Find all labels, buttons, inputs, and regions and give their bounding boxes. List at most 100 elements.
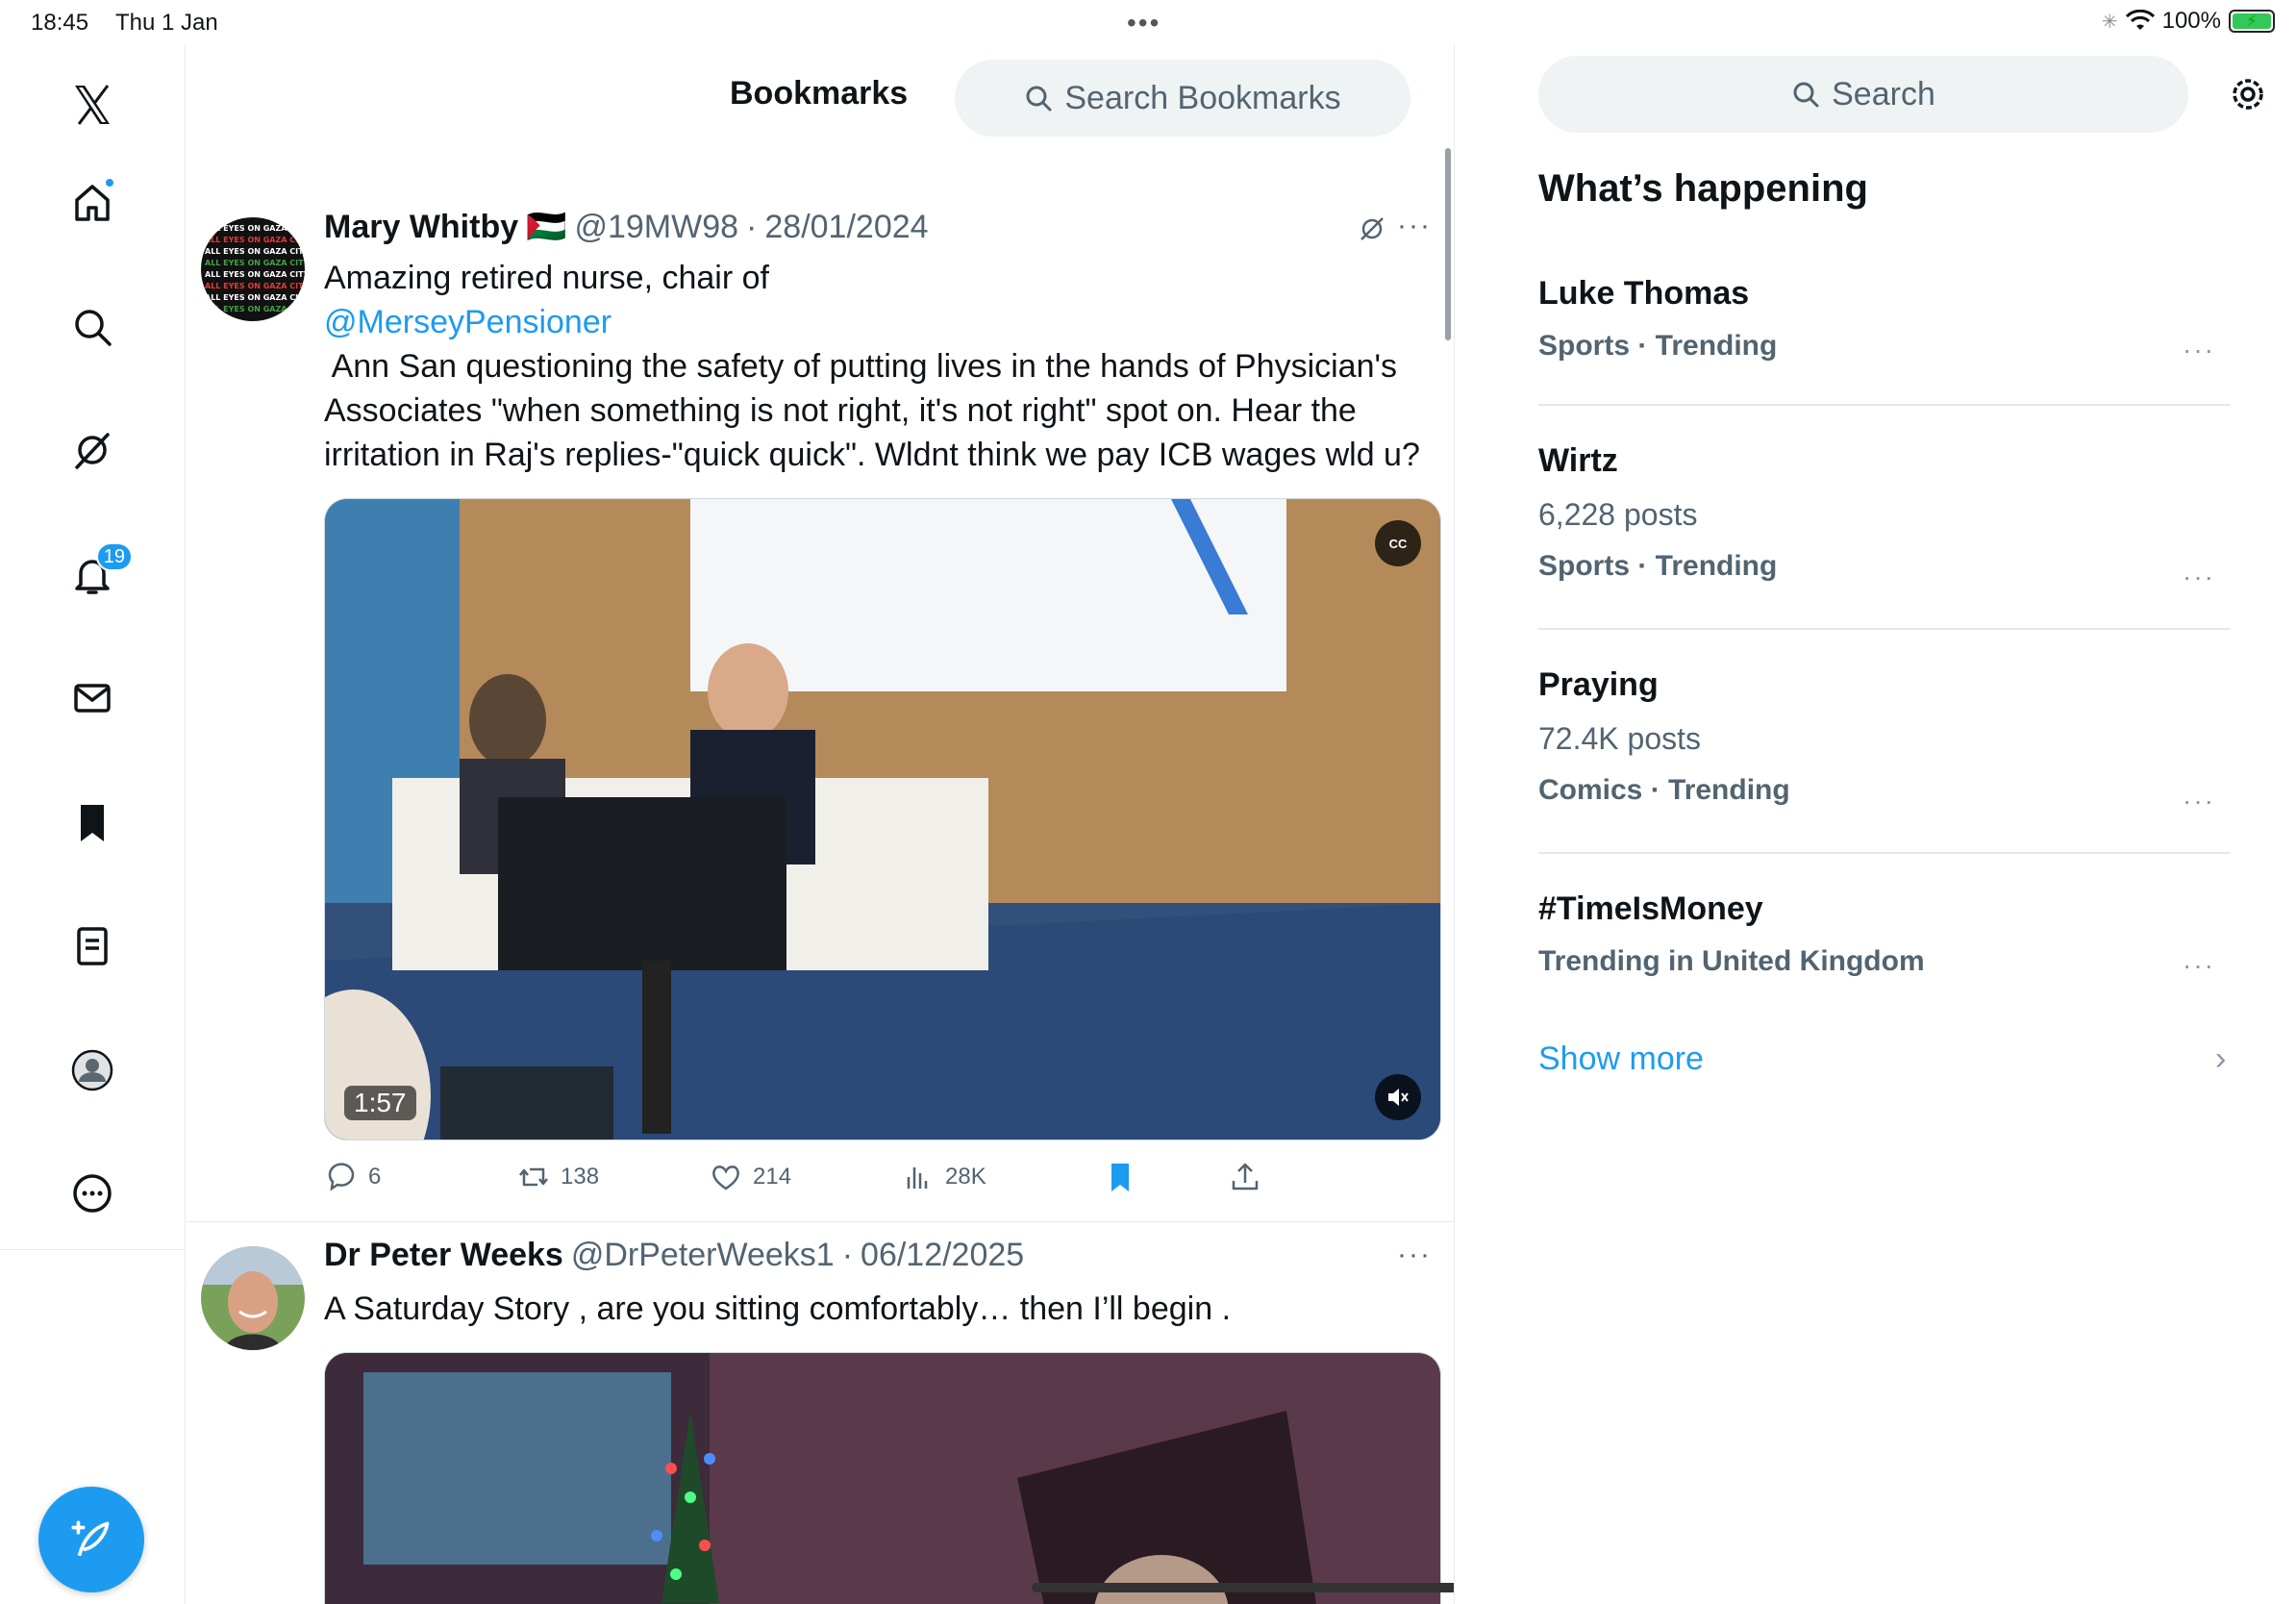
- trend-name: Wirtz: [1538, 442, 1618, 479]
- mute-button[interactable]: [1375, 1074, 1421, 1120]
- wifi-icon: [2125, 10, 2155, 30]
- heart-icon: [712, 1165, 739, 1190]
- x-logo-icon[interactable]: [56, 68, 129, 141]
- lists-icon[interactable]: [56, 910, 129, 983]
- home-icon[interactable]: [56, 165, 129, 238]
- trend-item[interactable]: Luke Thomas Sports · Trending ···: [1538, 275, 2231, 365]
- trend-post-count: 72.4K posts: [1538, 721, 1701, 756]
- tweet-video[interactable]: [324, 1352, 1441, 1604]
- svg-text:ALL EYES ON GAZA CITY: ALL EYES ON GAZA CITY: [205, 270, 305, 279]
- trend-more-icon[interactable]: ···: [2183, 335, 2215, 365]
- share-button[interactable]: [1228, 1160, 1262, 1194]
- nav-divider: [0, 1249, 186, 1250]
- bookmarks-search-placeholder: Search Bookmarks: [1064, 79, 1341, 116]
- tweet-text-line: Amazing retired nurse, chair of: [324, 260, 769, 296]
- tweet-more-icon[interactable]: ···: [1397, 1239, 1432, 1271]
- video-frame: [325, 499, 1440, 1140]
- multitasking-dots-icon[interactable]: •••: [1127, 8, 1160, 38]
- activity-icon: ✳: [2101, 11, 2118, 33]
- tweet-text: A Saturday Story , are you sitting comfo…: [324, 1291, 1232, 1327]
- svg-text:ALL EYES ON GAZA CITY: ALL EYES ON GAZA CITY: [205, 305, 305, 313]
- muted-speaker-icon: [1388, 1089, 1409, 1106]
- trend-item[interactable]: Wirtz 6,228 posts Sports · Trending ···: [1538, 442, 2231, 591]
- compose-feather-icon: [71, 1520, 110, 1557]
- charging-bolt-icon: ⚡: [2246, 13, 2258, 30]
- tweet[interactable]: ALL EYES ON GAZA CITY ALL EYES ON GAZA C…: [186, 160, 1454, 1222]
- messages-envelope-icon[interactable]: [56, 662, 129, 735]
- reply-button[interactable]: 6: [324, 1160, 381, 1194]
- home-indicator[interactable]: [1032, 1583, 1454, 1592]
- svg-text:ALL EYES ON GAZA CITY: ALL EYES ON GAZA CITY: [205, 224, 305, 233]
- tweet[interactable]: Dr Peter Weeks @DrPeterWeeks1 · 06/12/20…: [186, 1223, 1454, 1604]
- status-bar: 18:45 Thu 1 Jan ••• ✳ 100% ⚡: [0, 0, 2296, 44]
- global-search-input[interactable]: Search: [1538, 56, 2188, 133]
- captions-button[interactable]: CC: [1375, 520, 1421, 566]
- trend-more-icon[interactable]: ···: [2183, 786, 2215, 816]
- trend-name: Praying: [1538, 666, 1659, 703]
- author-avatar[interactable]: ALL EYES ON GAZA CITY ALL EYES ON GAZA C…: [201, 217, 305, 321]
- status-right: ✳ 100% ⚡: [2102, 8, 2275, 35]
- svg-text:ALL EYES ON GAZA CITY: ALL EYES ON GAZA CITY: [205, 247, 305, 256]
- views-chart-icon: [907, 1167, 928, 1189]
- svg-text:ALL EYES ON GAZA CITY: ALL EYES ON GAZA CITY: [205, 236, 305, 244]
- trend-item[interactable]: Praying 72.4K posts Comics · Trending ··…: [1538, 666, 2231, 815]
- trend-name: Luke Thomas: [1538, 275, 1750, 312]
- left-nav: 19: [0, 44, 186, 1604]
- separator: ·: [841, 1237, 854, 1273]
- profile-avatar-icon[interactable]: [56, 1034, 129, 1107]
- battery-percent: 100%: [2161, 8, 2221, 34]
- tweet-text-line: Ann San questioning the safety of puttin…: [324, 348, 1397, 385]
- grok-icon[interactable]: [56, 414, 129, 487]
- chevron-right-icon[interactable]: ›: [2215, 1040, 2226, 1078]
- mention-link[interactable]: @MerseyPensioner: [324, 300, 1439, 344]
- battery-icon: ⚡: [2229, 10, 2275, 33]
- author-handle[interactable]: @DrPeterWeeks1: [571, 1237, 835, 1274]
- trend-meta: Sports · Trending: [1538, 330, 1778, 362]
- author-name[interactable]: Mary Whitby: [324, 209, 518, 246]
- tweet-header: Dr Peter Weeks @DrPeterWeeks1 · 06/12/20…: [324, 1237, 1024, 1274]
- show-more-link[interactable]: Show more: [1538, 1040, 1704, 1078]
- trend-name: #TimeIsMoney: [1538, 890, 1763, 927]
- bookmarks-search-input[interactable]: Search Bookmarks: [955, 60, 1410, 137]
- tweet-header: Mary Whitby 🇵🇸 @19MW98 · 28/01/2024: [324, 208, 929, 246]
- notifications-bell-icon[interactable]: 19: [56, 539, 133, 612]
- tweet-date[interactable]: 28/01/2024: [764, 209, 928, 246]
- video-frame: [325, 1353, 1440, 1604]
- trend-divider: [1538, 852, 2231, 854]
- like-button[interactable]: 214: [709, 1160, 791, 1194]
- trend-item[interactable]: #TimeIsMoney Trending in United Kingdom …: [1538, 890, 2231, 981]
- bookmark-button[interactable]: [1103, 1160, 1137, 1194]
- video-duration: 1:57: [344, 1086, 416, 1120]
- whats-happening-title: What’s happening: [1538, 167, 1868, 210]
- repost-count: 138: [561, 1164, 600, 1190]
- explore-search-icon[interactable]: [56, 290, 129, 363]
- grok-explain-icon[interactable]: [1357, 213, 1387, 244]
- like-count: 214: [753, 1164, 792, 1190]
- trend-meta: Comics · Trending: [1538, 774, 1790, 806]
- tweet-date[interactable]: 06/12/2025: [861, 1237, 1024, 1274]
- status-time: 18:45: [31, 10, 89, 36]
- svg-text:ALL EYES ON GAZA CITY: ALL EYES ON GAZA CITY: [205, 259, 305, 267]
- bookmark-filled-icon: [1111, 1164, 1129, 1191]
- settings-gear-icon[interactable]: [2225, 71, 2271, 117]
- tweet-more-icon[interactable]: ···: [1397, 210, 1432, 242]
- trend-more-icon[interactable]: ···: [2183, 562, 2215, 592]
- author-avatar[interactable]: [201, 1246, 305, 1350]
- trend-meta: Sports · Trending: [1538, 550, 1778, 582]
- repost-button[interactable]: 138: [516, 1160, 599, 1194]
- bookmarks-icon[interactable]: [56, 786, 129, 859]
- tweet-text-line: irritation in Raj's replies-"quick quick…: [324, 437, 1420, 473]
- status-date: Thu 1 Jan: [115, 10, 218, 36]
- reply-count: 6: [368, 1164, 382, 1190]
- author-name[interactable]: Dr Peter Weeks: [324, 1237, 563, 1274]
- page-title: Bookmarks: [730, 75, 909, 112]
- author-handle[interactable]: @19MW98: [574, 209, 738, 246]
- compose-post-button[interactable]: [38, 1487, 144, 1592]
- tweet-actions: 6 138 214 28K: [324, 1160, 1285, 1208]
- views-button[interactable]: 28K: [901, 1160, 986, 1194]
- search-icon: [1026, 86, 1052, 112]
- trend-more-icon[interactable]: ···: [2183, 950, 2215, 981]
- tweet-video[interactable]: CC 1:57: [324, 498, 1441, 1140]
- svg-text:ALL EYES ON GAZA CITY: ALL EYES ON GAZA CITY: [205, 282, 305, 290]
- more-options-icon[interactable]: [56, 1157, 129, 1230]
